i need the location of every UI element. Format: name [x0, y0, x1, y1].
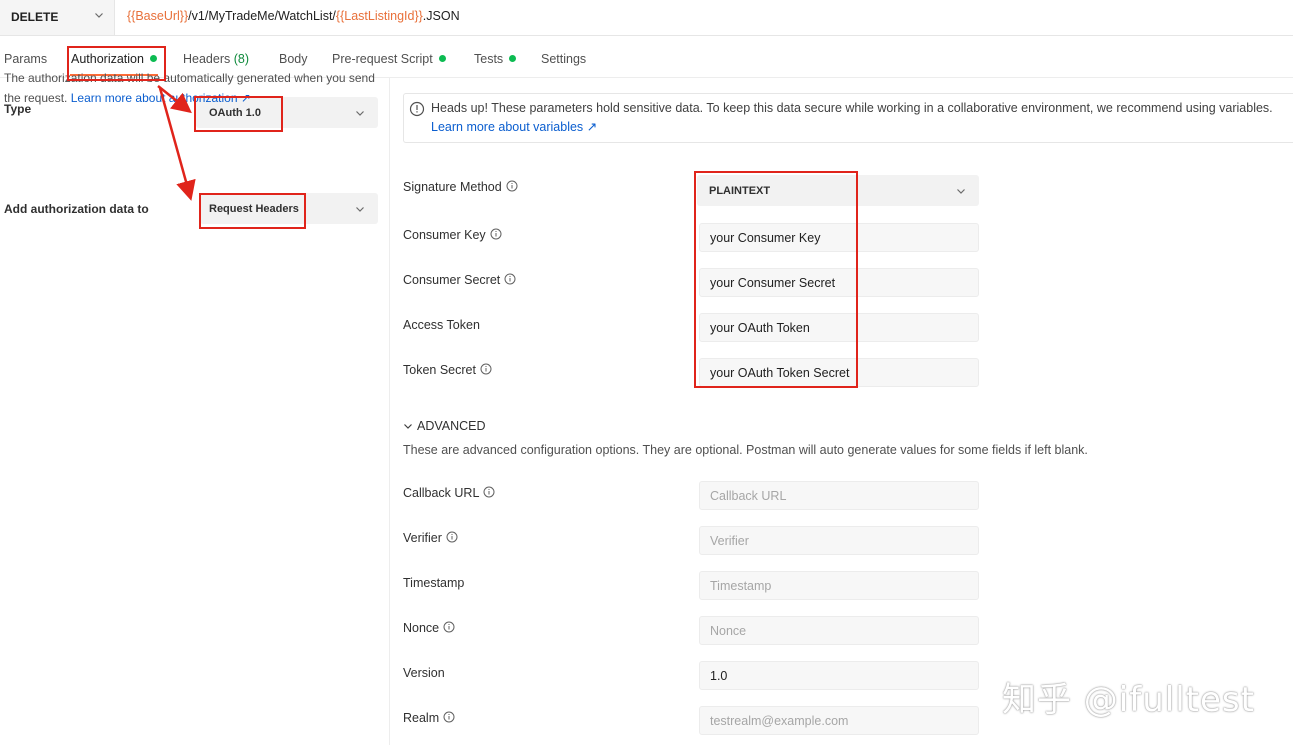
version-input[interactable]	[699, 661, 979, 690]
callback-url-label-text: Callback URL	[403, 486, 480, 500]
consumer-secret-label: Consumer Secret	[403, 273, 516, 287]
annotation-box-credentials	[694, 171, 858, 388]
signature-method-label-text: Signature Method	[403, 180, 502, 194]
realm-label: Realm	[403, 711, 455, 725]
tab-params-label: Params	[4, 52, 48, 66]
timestamp-label: Timestamp	[403, 576, 465, 590]
info-icon[interactable]	[443, 621, 455, 633]
realm-input[interactable]	[699, 706, 979, 735]
info-icon[interactable]	[490, 228, 502, 240]
info-icon[interactable]	[504, 273, 516, 285]
info-icon[interactable]	[443, 711, 455, 723]
token-secret-label-text: Token Secret	[403, 363, 476, 377]
tab-params[interactable]: Params	[4, 52, 47, 66]
url-variable: {{BaseUrl}}	[127, 9, 189, 23]
consumer-key-label-text: Consumer Key	[403, 228, 486, 242]
tab-headers-label: Headers	[183, 52, 231, 66]
tab-settings-label: Settings	[541, 52, 587, 66]
url-variable: {{LastListingId}}	[335, 9, 423, 23]
tab-prerequest-label: Pre-request Script	[332, 52, 433, 66]
info-circle-icon	[409, 101, 425, 117]
url-bar: DELETE {{BaseUrl}}/v1/MyTradeMe/WatchLis…	[0, 0, 1293, 36]
tab-headers[interactable]: Headers (8)	[183, 52, 249, 66]
advanced-toggle[interactable]: ADVANCED	[403, 419, 486, 433]
chevron-down-icon	[356, 207, 364, 212]
auth-sidebar	[0, 78, 390, 745]
token-secret-label: Token Secret	[403, 363, 492, 377]
callback-url-label: Callback URL	[403, 486, 495, 500]
sensitive-data-notice: Heads up! These parameters hold sensitiv…	[403, 93, 1293, 143]
tab-tests[interactable]: Tests	[474, 52, 517, 66]
realm-label-text: Realm	[403, 711, 440, 725]
advanced-title: ADVANCED	[417, 419, 486, 433]
tab-body-label: Body	[279, 52, 308, 66]
nonce-label: Nonce	[403, 621, 455, 635]
annotation-box-oauth	[194, 96, 283, 132]
advanced-description: These are advanced configuration options…	[403, 443, 1088, 457]
annotation-box-authorization	[67, 46, 166, 81]
access-token-label: Access Token	[403, 318, 480, 332]
info-icon[interactable]	[480, 363, 492, 375]
version-label: Version	[403, 666, 445, 680]
info-icon[interactable]	[446, 531, 458, 543]
learn-more-variables-link[interactable]: Learn more about variables ↗	[431, 119, 597, 134]
timestamp-input[interactable]	[699, 571, 979, 600]
tab-body[interactable]: Body	[279, 52, 308, 66]
chevron-down-icon	[356, 111, 364, 116]
verifier-label: Verifier	[403, 531, 458, 545]
nonce-input[interactable]	[699, 616, 979, 645]
tab-tests-label: Tests	[474, 52, 504, 66]
chevron-down-icon	[95, 13, 103, 18]
method-select[interactable]: DELETE	[0, 0, 115, 35]
watermark: 知乎 @ifulltest	[1002, 680, 1255, 720]
consumer-key-label: Consumer Key	[403, 228, 502, 242]
notice-text: Heads up! These parameters hold sensitiv…	[431, 101, 1273, 115]
chevron-down-icon	[404, 424, 412, 429]
method-label: DELETE	[11, 10, 59, 24]
consumer-secret-label-text: Consumer Secret	[403, 273, 501, 287]
annotation-box-request-headers	[199, 193, 306, 229]
url-segment: .JSON	[422, 9, 460, 23]
url-segment: /v1/MyTradeMe/WatchList/	[188, 9, 336, 23]
info-icon[interactable]	[483, 486, 495, 498]
nonce-label-text: Nonce	[403, 621, 440, 635]
headers-count-badge: (8)	[233, 52, 250, 66]
tab-prerequest-script[interactable]: Pre-request Script	[332, 52, 446, 66]
chevron-down-icon	[957, 189, 965, 194]
add-to-label: Add authorization data to	[4, 202, 149, 216]
verifier-input[interactable]	[699, 526, 979, 555]
callback-url-input[interactable]	[699, 481, 979, 510]
tab-settings[interactable]: Settings	[541, 52, 586, 66]
status-dot	[438, 55, 446, 62]
info-icon[interactable]	[506, 180, 518, 192]
signature-method-label: Signature Method	[403, 180, 518, 194]
url-input[interactable]: {{BaseUrl}}/v1/MyTradeMe/WatchList/{{Las…	[127, 9, 460, 23]
verifier-label-text: Verifier	[403, 531, 442, 545]
status-dot	[509, 55, 517, 62]
